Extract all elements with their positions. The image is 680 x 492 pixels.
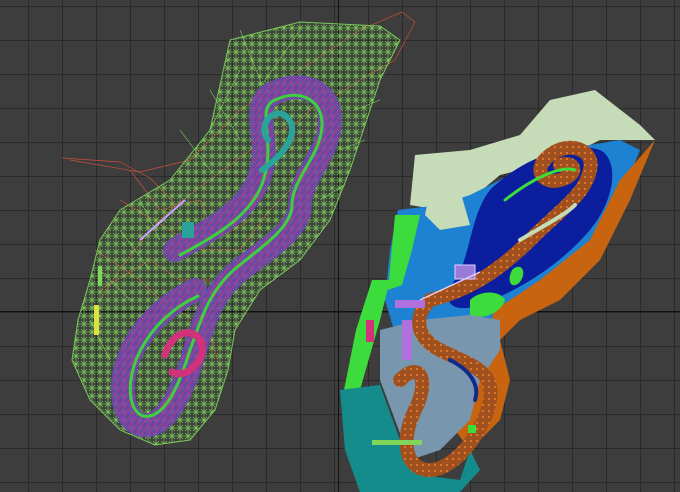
scene-canvas[interactable] (0, 0, 680, 492)
track-textured-model[interactable] (340, 90, 655, 492)
perspective-viewport[interactable] (0, 0, 680, 492)
